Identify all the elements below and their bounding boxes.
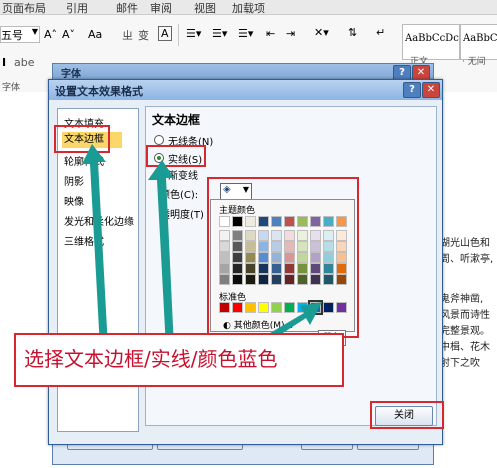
arrow-to-solid-line xyxy=(148,160,174,348)
arrow-to-text-outline xyxy=(82,144,108,348)
annotation-caption: 选择文本边框/实线/颜色蓝色 xyxy=(14,333,344,387)
annotation-arrows xyxy=(82,144,322,357)
annotation-text: 选择文本边框/实线/颜色蓝色 xyxy=(24,347,278,371)
